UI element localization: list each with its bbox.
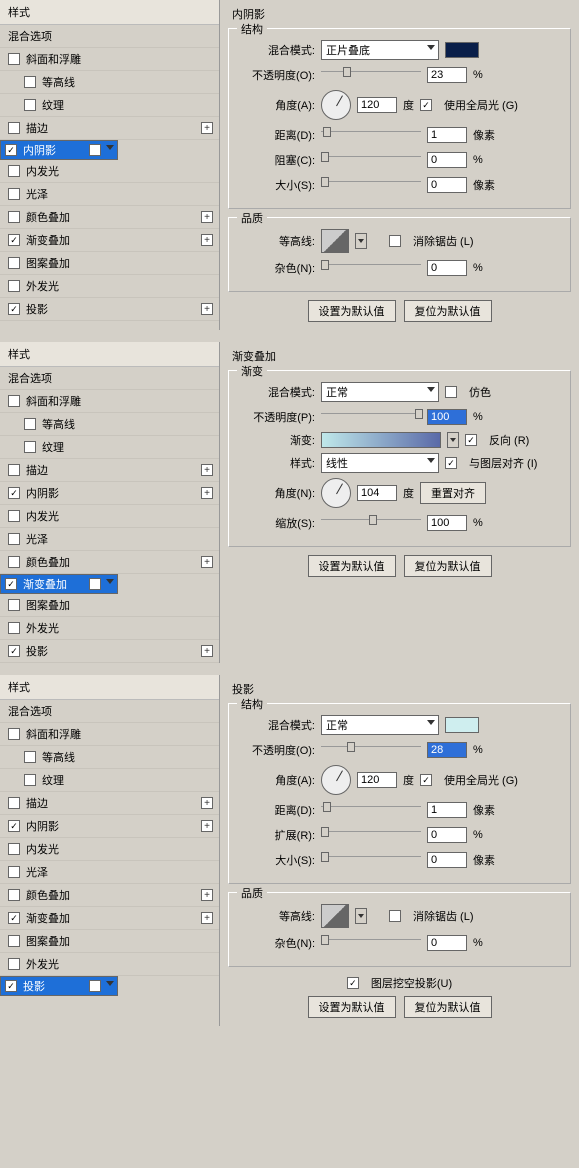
inner-shadow-row[interactable]: 内阴影+ — [0, 140, 118, 160]
reverse-check[interactable] — [465, 434, 477, 446]
global-light-check[interactable] — [420, 99, 432, 111]
size-input[interactable] — [427, 852, 467, 868]
color-swatch[interactable] — [445, 717, 479, 733]
reset-align-button[interactable]: 重置对齐 — [420, 482, 486, 504]
spread-slider[interactable] — [321, 831, 421, 845]
noise-input[interactable] — [427, 260, 467, 276]
styles-sidebar-2: 样式 混合选项 斜面和浮雕 等高线 纹理 描边+ 内阴影+ 内发光 光泽 颜色叠… — [0, 342, 220, 663]
drop-shadow-row-sel[interactable]: 投影+ — [0, 976, 118, 996]
blend-mode-select[interactable]: 正片叠底 — [321, 40, 439, 60]
gradient-overlay-panel: 渐变叠加 渐变 混合模式:正常仿色 不透明度(P):% 渐变:反向 (R) 样式… — [220, 342, 579, 663]
distance-slider[interactable] — [321, 806, 421, 820]
blend-options[interactable]: 混合选项 — [0, 25, 219, 48]
size-slider[interactable] — [321, 181, 421, 195]
contour-row[interactable]: 等高线 — [0, 71, 219, 94]
antialias-check[interactable] — [389, 910, 401, 922]
noise-input[interactable] — [427, 935, 467, 951]
inner-shadow-panel: 内阴影 结构 混合模式:正片叠底 不透明度(O):% 角度(A):度使用全局光 … — [220, 0, 579, 330]
spread-input[interactable] — [427, 827, 467, 843]
choke-slider[interactable] — [321, 156, 421, 170]
drop-shadow-panel: 投影 结构 混合模式:正常 不透明度(O):% 角度(A):度使用全局光 (G)… — [220, 675, 579, 1026]
align-check[interactable] — [445, 457, 457, 469]
opacity-slider[interactable] — [321, 746, 421, 760]
angle-input[interactable] — [357, 97, 397, 113]
sb-title: 样式 — [0, 0, 219, 25]
styles-sidebar: 样式 混合选项 斜面和浮雕 等高线 纹理 描边+ 内阴影+ 内发光 光泽 颜色叠… — [0, 0, 220, 330]
scale-slider[interactable] — [321, 519, 421, 533]
global-light-check[interactable] — [420, 774, 432, 786]
reset-default-button[interactable]: 复位为默认值 — [404, 996, 492, 1018]
choke-input[interactable] — [427, 152, 467, 168]
opacity-slider[interactable] — [321, 413, 421, 427]
noise-slider[interactable] — [321, 939, 421, 953]
opacity-slider[interactable] — [321, 71, 421, 85]
contour-picker[interactable] — [321, 229, 349, 253]
angle-dial[interactable] — [321, 90, 351, 120]
reset-default-button[interactable]: 复位为默认值 — [404, 555, 492, 577]
opacity-input[interactable] — [427, 67, 467, 83]
gradient-picker[interactable] — [321, 432, 441, 448]
style-select[interactable]: 线性 — [321, 453, 439, 473]
set-default-button[interactable]: 设置为默认值 — [308, 996, 396, 1018]
grad-overlay-row-sel[interactable]: 渐变叠加+ — [0, 574, 118, 594]
pattern-overlay-row[interactable]: 图案叠加 — [0, 252, 219, 275]
panel-title: 内阴影 — [228, 4, 571, 24]
plus-icon[interactable]: + — [201, 122, 213, 134]
blend-mode-select[interactable]: 正常 — [321, 715, 439, 735]
grad-overlay-row[interactable]: 渐变叠加+ — [0, 229, 219, 252]
bevel-row[interactable]: 斜面和浮雕 — [0, 48, 219, 71]
distance-input[interactable] — [427, 127, 467, 143]
styles-sidebar-3: 样式 混合选项 斜面和浮雕 等高线 纹理 描边+ 内阴影+ 内发光 光泽 颜色叠… — [0, 675, 220, 1026]
texture-row[interactable]: 纹理 — [0, 94, 219, 117]
opacity-input[interactable] — [427, 742, 467, 758]
angle-input[interactable] — [357, 485, 397, 501]
color-overlay-row[interactable]: 颜色叠加+ — [0, 206, 219, 229]
scale-input[interactable] — [427, 515, 467, 531]
distance-slider[interactable] — [321, 131, 421, 145]
set-default-button[interactable]: 设置为默认值 — [308, 555, 396, 577]
angle-dial[interactable] — [321, 478, 351, 508]
antialias-check[interactable] — [389, 235, 401, 247]
size-slider[interactable] — [321, 856, 421, 870]
set-default-button[interactable]: 设置为默认值 — [308, 300, 396, 322]
distance-input[interactable] — [427, 802, 467, 818]
stroke-row[interactable]: 描边+ — [0, 117, 219, 140]
contour-dropdown[interactable] — [355, 233, 367, 249]
drop-shadow-row[interactable]: 投影+ — [0, 298, 219, 321]
checkbox[interactable] — [8, 53, 20, 65]
inner-glow-row[interactable]: 内发光 — [0, 160, 219, 183]
noise-slider[interactable] — [321, 264, 421, 278]
reset-default-button[interactable]: 复位为默认值 — [404, 300, 492, 322]
angle-dial[interactable] — [321, 765, 351, 795]
gradient-dropdown[interactable] — [447, 432, 459, 448]
knockout-check[interactable] — [347, 977, 359, 989]
dither-check[interactable] — [445, 386, 457, 398]
contour-picker[interactable] — [321, 904, 349, 928]
angle-input[interactable] — [357, 772, 397, 788]
color-swatch[interactable] — [445, 42, 479, 58]
opacity-input[interactable] — [427, 409, 467, 425]
outer-glow-row[interactable]: 外发光 — [0, 275, 219, 298]
blend-mode-select[interactable]: 正常 — [321, 382, 439, 402]
size-input[interactable] — [427, 177, 467, 193]
satin-row[interactable]: 光泽 — [0, 183, 219, 206]
